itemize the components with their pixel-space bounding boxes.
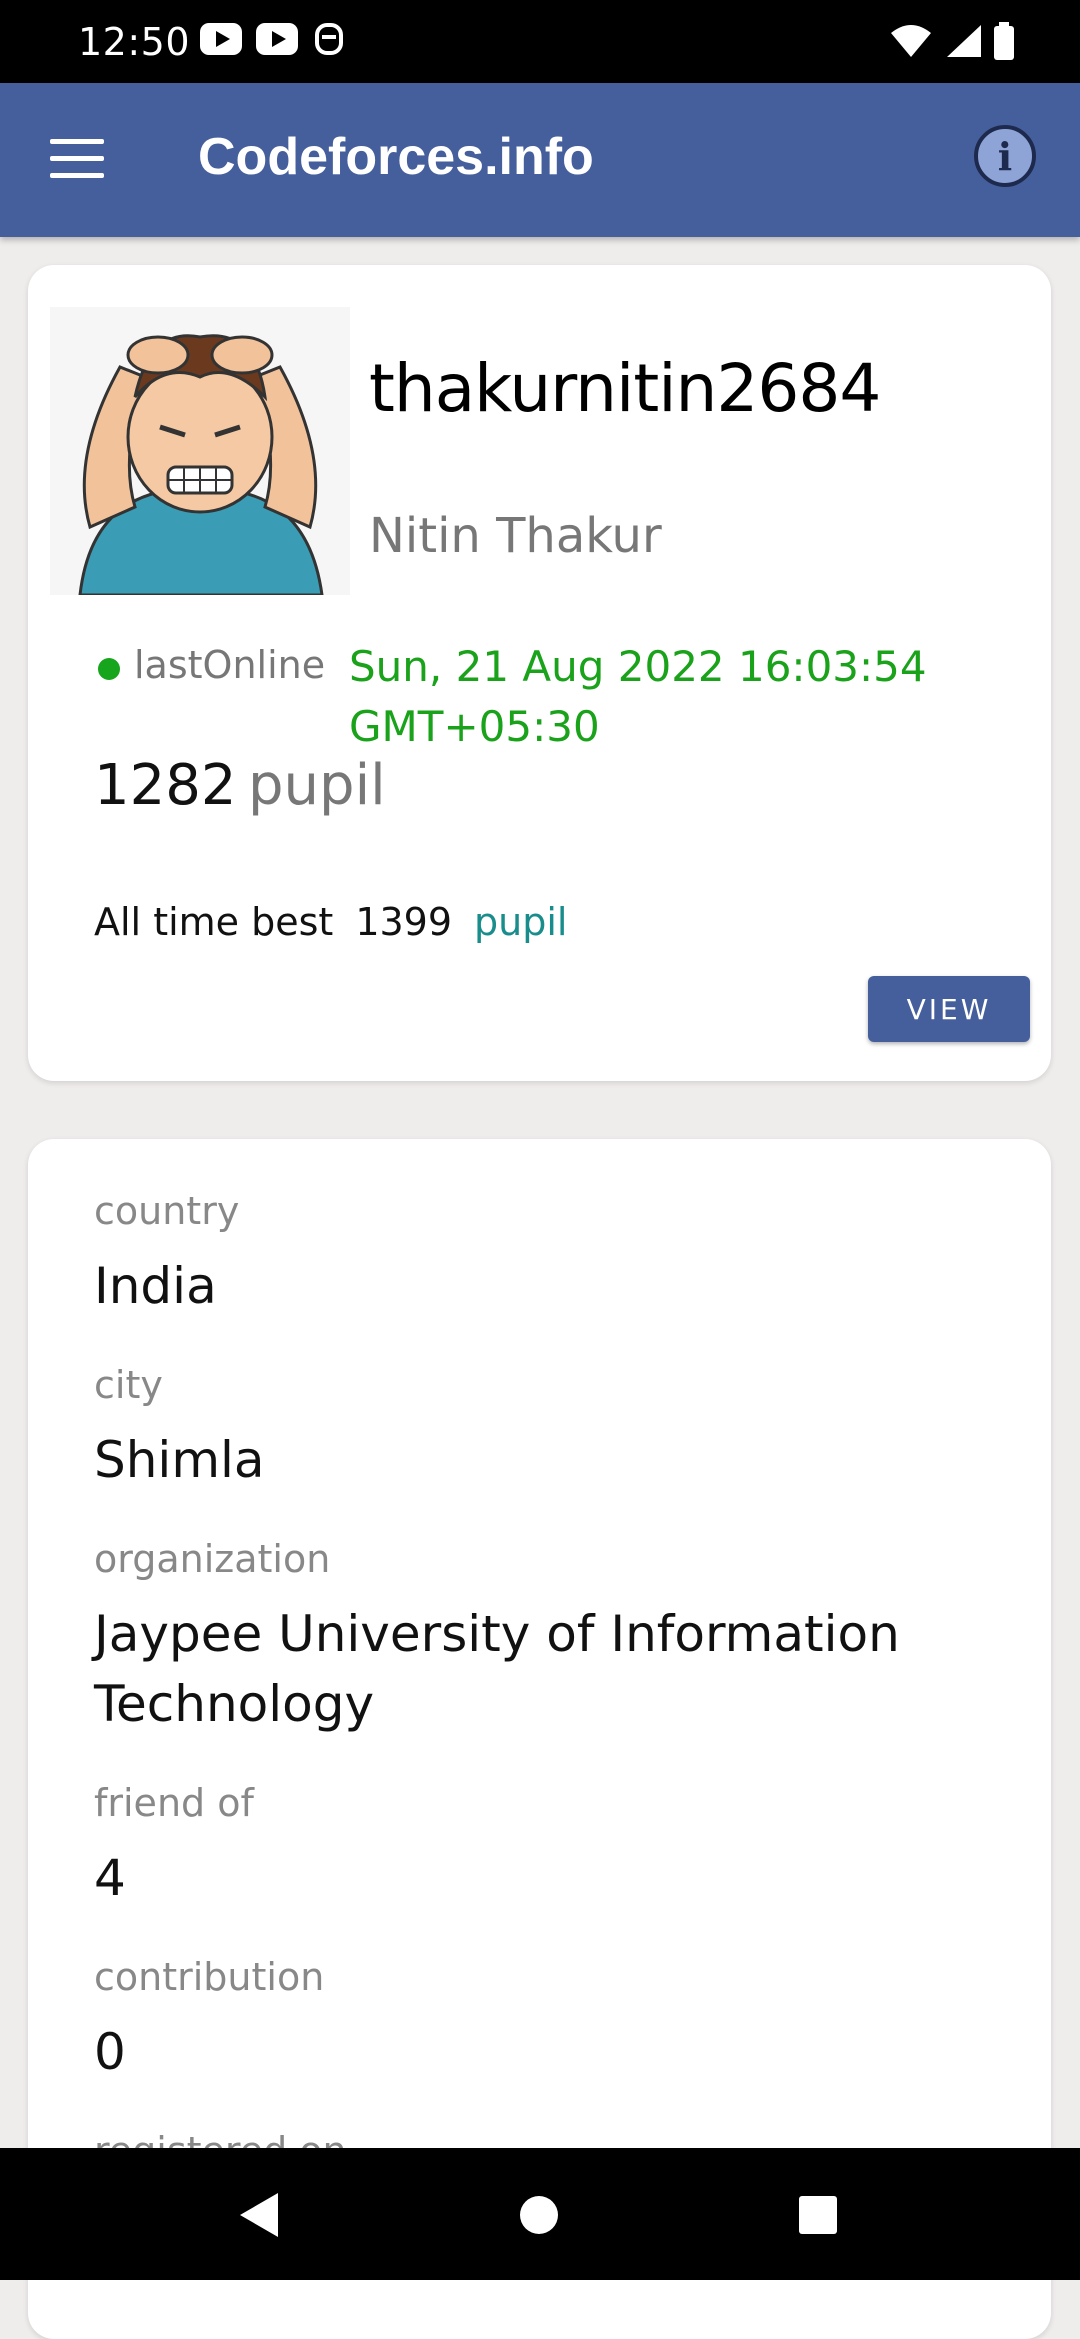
list-item: city Shimla bbox=[94, 1363, 265, 1495]
detail-value: India bbox=[94, 1257, 217, 1315]
recents-icon[interactable] bbox=[799, 2196, 837, 2234]
current-rank: pupil bbox=[248, 753, 386, 818]
navigation-bar bbox=[0, 2148, 1080, 2280]
youtube-icon bbox=[256, 23, 298, 55]
all-time-best-row: All time best 1399 pupil bbox=[94, 900, 568, 944]
online-status-dot bbox=[98, 658, 120, 680]
status-bar: 12:50 bbox=[0, 0, 1080, 83]
detail-value: Jaypee University of Information Technol… bbox=[94, 1605, 900, 1733]
user-full-name: Nitin Thakur bbox=[369, 508, 662, 564]
wifi-icon bbox=[891, 25, 931, 57]
list-item: friend of 4 bbox=[94, 1781, 254, 1913]
home-icon[interactable] bbox=[520, 2196, 558, 2234]
status-time: 12:50 bbox=[78, 20, 191, 64]
battery-icon bbox=[994, 22, 1014, 60]
list-item: country India bbox=[94, 1189, 239, 1321]
detail-label: country bbox=[94, 1189, 240, 1233]
all-time-best-label: All time best bbox=[94, 900, 334, 944]
system-status-icons bbox=[889, 22, 1015, 60]
last-online-time: Sun, 21 Aug 2022 16:03:54 GMT+05:30 bbox=[349, 642, 927, 751]
avatar bbox=[50, 307, 350, 597]
best-rank: pupil bbox=[474, 900, 568, 944]
detail-label: friend of bbox=[94, 1781, 254, 1825]
list-item: contribution 0 bbox=[94, 1955, 324, 2087]
detail-value: 4 bbox=[94, 1849, 126, 1907]
detail-value: Shimla bbox=[94, 1431, 265, 1489]
current-rating: 1282 bbox=[94, 753, 237, 818]
youtube-icon bbox=[200, 23, 242, 55]
user-handle: thakurnitin2684 bbox=[369, 350, 881, 427]
app-bar: Codeforces.info i bbox=[0, 83, 1080, 237]
profile-card: thakurnitin2684 Nitin Thakur lastOnline … bbox=[28, 265, 1051, 1081]
back-icon[interactable] bbox=[240, 2193, 278, 2237]
info-icon[interactable]: i bbox=[974, 125, 1036, 187]
detail-label: city bbox=[94, 1363, 163, 1407]
view-button[interactable]: VIEW bbox=[868, 976, 1030, 1042]
last-online-label: lastOnline bbox=[134, 643, 326, 687]
app-title: Codeforces.info bbox=[198, 128, 594, 186]
signal-icon bbox=[947, 25, 981, 57]
detail-label: contribution bbox=[94, 1955, 325, 1999]
detail-label: organization bbox=[94, 1537, 331, 1581]
notification-icons bbox=[200, 22, 346, 56]
assistant-icon bbox=[315, 23, 343, 55]
list-item: organization Jaypee University of Inform… bbox=[94, 1537, 994, 1739]
detail-value: 0 bbox=[94, 2023, 126, 2081]
best-rating: 1399 bbox=[355, 900, 453, 944]
menu-icon[interactable] bbox=[50, 139, 104, 179]
